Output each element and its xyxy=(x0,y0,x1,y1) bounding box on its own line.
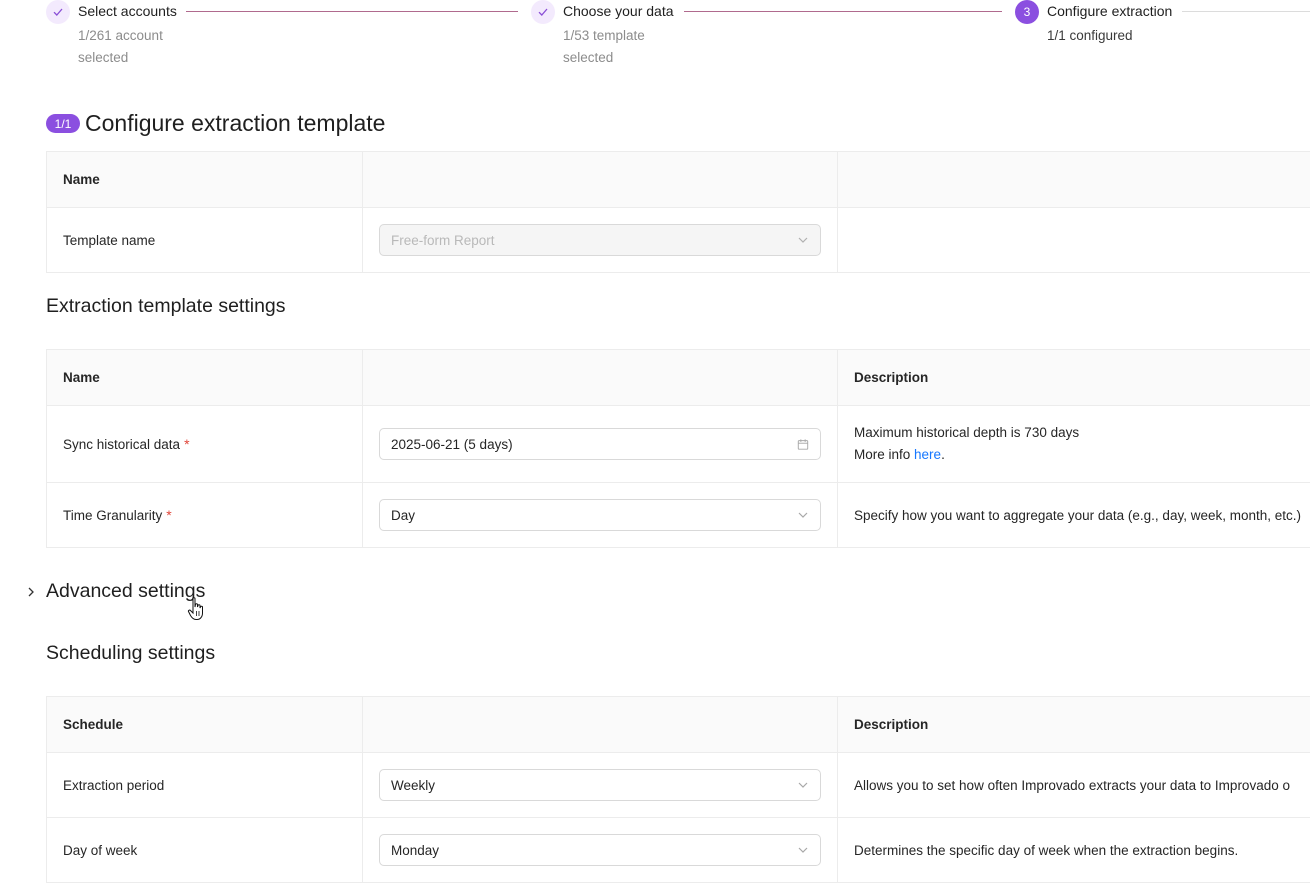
select-value: Free-form Report xyxy=(391,232,495,248)
row-label: Extraction period xyxy=(63,777,165,793)
more-info-link[interactable]: here xyxy=(914,447,941,462)
row-description: Allows you to set how often Improvado ex… xyxy=(854,777,1290,793)
template-count-badge: 1/1 xyxy=(46,114,80,133)
extraction-settings-table: Name Description Sync historical data * … xyxy=(46,349,1310,548)
date-value: 2025-06-21 (5 days) xyxy=(391,436,513,452)
step-connector xyxy=(684,11,1002,12)
table-row: Day of week Monday Determines the specif… xyxy=(47,817,1310,882)
extraction-period-select[interactable]: Weekly xyxy=(379,769,821,801)
select-value: Monday xyxy=(391,842,440,858)
table-header: Schedule Description xyxy=(47,697,1310,752)
chevron-down-icon xyxy=(797,779,809,791)
row-label: Template name xyxy=(63,232,156,248)
step-subtitle: 1/53 template selected xyxy=(563,28,645,65)
table-row: Template name Free-form Report xyxy=(47,207,1310,272)
required-marker: * xyxy=(184,436,190,452)
step-title: Choose your data xyxy=(563,3,674,19)
column-header-name: Name xyxy=(47,152,363,207)
scheduling-table: Schedule Description Extraction period W… xyxy=(46,696,1310,883)
row-description: Specify how you want to aggregate your d… xyxy=(854,507,1301,523)
table-row: Time Granularity * Day Specify how you w… xyxy=(47,482,1310,547)
row-label: Time Granularity xyxy=(63,507,163,523)
required-marker: * xyxy=(166,507,172,523)
chevron-down-icon xyxy=(797,234,809,246)
column-header-schedule: Schedule xyxy=(47,697,363,752)
chevron-right-icon xyxy=(24,585,38,599)
column-header-value xyxy=(363,152,838,207)
column-header-description: Description xyxy=(854,717,929,732)
chevron-down-icon xyxy=(797,844,809,856)
template-name-select: Free-form Report xyxy=(379,224,821,256)
description-line: Maximum historical depth is 730 days xyxy=(854,425,1080,440)
advanced-settings-title: Advanced settings xyxy=(46,580,206,602)
day-of-week-select[interactable]: Monday xyxy=(379,834,821,866)
column-header-description xyxy=(838,152,1310,207)
check-icon xyxy=(531,0,555,24)
table-header: Name Description xyxy=(47,350,1310,405)
select-value: Day xyxy=(391,507,416,523)
description-text: More info xyxy=(854,447,915,462)
step-title: Configure extraction xyxy=(1047,3,1173,19)
step-number: 3 xyxy=(1015,0,1039,24)
step-connector xyxy=(186,11,518,12)
column-header-name: Name xyxy=(47,350,363,405)
check-icon xyxy=(46,0,70,24)
step-connector xyxy=(1182,11,1310,12)
template-table: Name Template name Free-form Report xyxy=(46,151,1310,273)
row-label: Day of week xyxy=(63,842,138,858)
advanced-settings-toggle[interactable]: Advanced settings xyxy=(24,580,205,603)
column-header-description: Description xyxy=(854,370,929,385)
description-line: More info here. xyxy=(854,444,1079,466)
column-header-value xyxy=(363,350,838,405)
table-row: Sync historical data * 2025-06-21 (5 day… xyxy=(47,405,1310,482)
column-header-value xyxy=(363,697,838,752)
row-description: Maximum historical depth is 730 days Mor… xyxy=(854,422,1079,466)
chevron-down-icon xyxy=(797,509,809,521)
step-subtitle: 1/1 configured xyxy=(1047,28,1133,43)
row-description: Determines the specific day of week when… xyxy=(854,842,1239,858)
section-title-extraction-settings: Extraction template settings xyxy=(46,295,286,317)
hand-cursor-icon xyxy=(187,597,203,620)
row-description xyxy=(838,208,1310,272)
step-title: Select accounts xyxy=(78,3,177,19)
page-title: Configure extraction template xyxy=(85,110,386,136)
description-text: . xyxy=(941,447,945,462)
sync-historical-date-picker[interactable]: 2025-06-21 (5 days) xyxy=(379,428,821,460)
time-granularity-select[interactable]: Day xyxy=(379,499,821,531)
table-header: Name xyxy=(47,152,1310,207)
row-label: Sync historical data xyxy=(63,436,181,452)
stepper: Select accounts 1/261 account selected C… xyxy=(46,0,1310,70)
section-title-scheduling: Scheduling settings xyxy=(46,642,216,664)
step-subtitle: 1/261 account selected xyxy=(78,28,163,65)
table-row: Extraction period Weekly Allows you to s… xyxy=(47,752,1310,817)
select-value: Weekly xyxy=(391,777,436,793)
calendar-icon[interactable] xyxy=(797,438,809,450)
